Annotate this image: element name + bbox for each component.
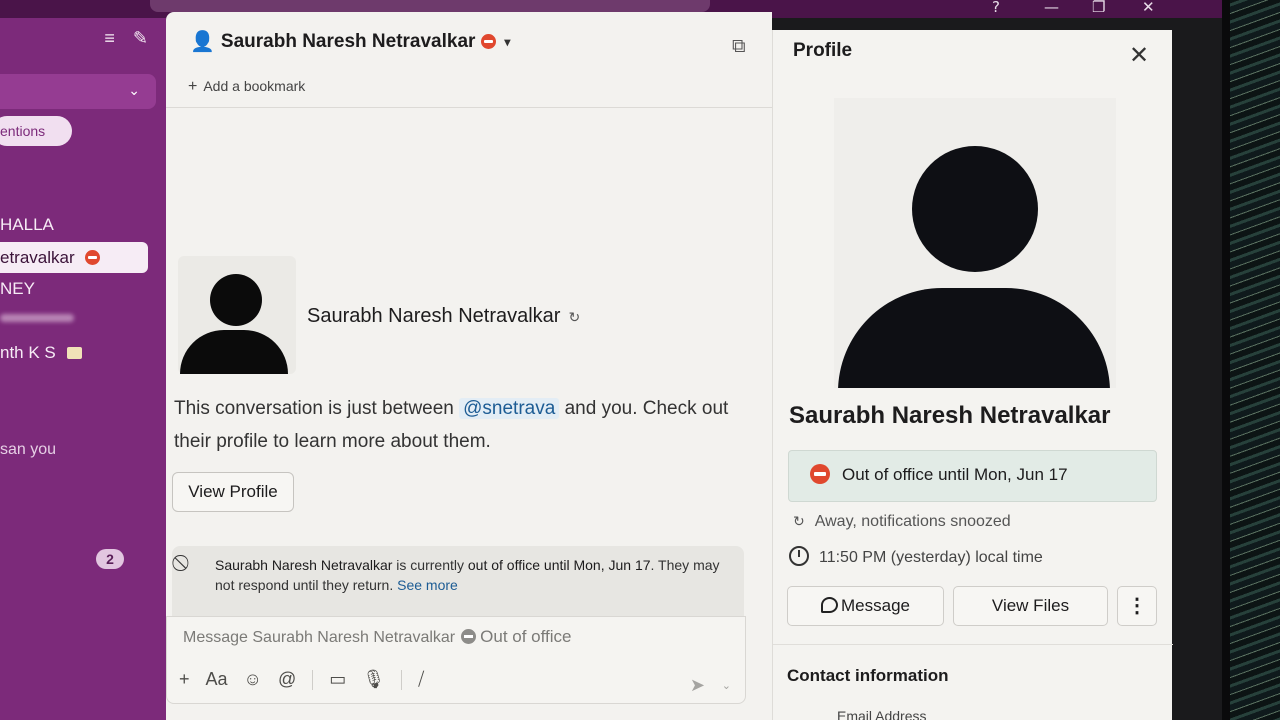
canvas-icon[interactable]: ⧉ (732, 36, 746, 58)
profile-title: Profile (793, 40, 853, 61)
conversation-pane: 👤 Saurabh Naresh Netravalkar ▾ ⧉ + Add a … (166, 12, 772, 720)
video-icon[interactable]: ▭ (329, 669, 346, 690)
profile-avatar[interactable] (834, 98, 1116, 388)
see-more-link[interactable]: See more (397, 577, 458, 593)
profile-presence-text: Away, notifications snoozed (814, 513, 1011, 530)
chevron-down-icon[interactable]: ⌄ (722, 679, 731, 692)
sidebar-item-active-dm[interactable]: etravalkar (0, 242, 148, 273)
do-not-disturb-icon (481, 34, 497, 49)
message-button[interactable]: Message (787, 586, 944, 626)
profile-status: Out of office until Mon, Jun 17 (788, 450, 1157, 502)
conversation-title[interactable]: 👤 Saurabh Naresh Netravalkar ▾ (190, 29, 510, 54)
do-not-disturb-icon (810, 464, 830, 484)
divider (312, 669, 314, 690)
microphone-icon[interactable]: 🎙 (362, 669, 385, 690)
conversation-header: 👤 Saurabh Naresh Netravalkar ▾ ⧉ + Add a … (166, 12, 772, 108)
add-bookmark-label: Add a bookmark (203, 78, 306, 94)
message-icon (821, 597, 838, 613)
sidebar: ≡ ✎ ⌄ entions HALLA etravalkar NEY nth K… (0, 18, 166, 720)
out-of-office-banner: ⃠ Saurabh Naresh Netravalkar is currentl… (172, 546, 744, 616)
message-composer[interactable]: Message Saurabh Naresh Netravalkar Out of… (166, 616, 746, 704)
away-icon: ↻ (568, 309, 581, 325)
intro-name[interactable]: Saurabh Naresh Netravalkar ↻ (307, 305, 580, 328)
profile-presence: ↻ Away, notifications snoozed (793, 513, 1011, 531)
ooo-status: out of office until Mon, Jun 17 (467, 557, 651, 573)
conversation-title-text: Saurabh Naresh Netravalkar (220, 30, 476, 52)
clock-icon (789, 546, 809, 566)
workspace-selector[interactable]: ⌄ (0, 74, 156, 109)
contact-info-heading: Contact information (787, 666, 949, 685)
sidebar-item-label: etravalkar (0, 248, 75, 267)
more-options-icon[interactable]: ⋮ (1117, 586, 1157, 626)
sidebar-item-dm-4[interactable]: nth K S (0, 343, 82, 363)
intro-text: This conversation is just between @snetr… (174, 392, 764, 458)
out-of-office-icon (461, 629, 477, 644)
composer-toolbar: + Aa ☺ @ ▭ 🎙 ⧸ (179, 669, 424, 690)
calendar-icon (66, 347, 82, 359)
divider (401, 669, 403, 690)
profile-name: Saurabh Naresh Netravalkar (789, 402, 1111, 429)
intro-name-text: Saurabh Naresh Netravalkar (307, 305, 561, 327)
background-photo (1222, 0, 1280, 720)
unread-count-badge: 2 (96, 549, 124, 569)
snooze-icon: ↻ (793, 513, 805, 529)
intro-avatar[interactable] (178, 256, 296, 374)
view-profile-button[interactable]: View Profile (172, 472, 294, 512)
formatting-icon[interactable]: Aa (206, 669, 228, 690)
restore-icon[interactable]: ❐ (1092, 0, 1105, 16)
plus-icon: + (188, 78, 198, 95)
blurred-item (0, 314, 74, 322)
search-bar[interactable] (150, 0, 710, 12)
profile-local-time-text: 11:50 PM (yesterday) local time (819, 549, 1043, 566)
email-label: Email Address (837, 708, 927, 720)
view-files-button[interactable]: View Files (953, 586, 1108, 626)
sidebar-item-dm-3[interactable]: NEY (0, 279, 35, 299)
person-icon: 👤 (190, 31, 215, 53)
emoji-icon[interactable]: ☺ (244, 669, 262, 690)
mention-icon[interactable]: @ (278, 669, 296, 690)
message-placeholder: Message Saurabh Naresh Netravalkar (183, 629, 456, 646)
compose-icon[interactable]: ✎ (133, 28, 148, 49)
user-mention-link[interactable]: @snetrava (459, 398, 560, 419)
out-of-office-text: Saurabh Naresh Netravalkar is currently … (215, 555, 730, 595)
slash-command-icon[interactable]: ⧸ (418, 669, 424, 690)
message-input[interactable]: Message Saurabh Naresh Netravalkar Out of… (183, 627, 572, 647)
chevron-down-icon: ⌄ (128, 82, 140, 98)
sidebar-item-dm-5[interactable]: san you (0, 441, 56, 459)
minimize-icon[interactable]: — (1044, 0, 1059, 16)
profile-status-text: Out of office until Mon, Jun 17 (842, 465, 1068, 484)
out-of-office-hint: Out of office (480, 627, 572, 646)
do-not-disturb-icon (85, 250, 101, 265)
profile-panel: Profile ✕ Saurabh Naresh Netravalkar Out… (772, 30, 1173, 720)
sidebar-item-dm-1[interactable]: HALLA (0, 215, 54, 235)
ooo-mid: is currently (392, 557, 468, 573)
close-window-icon[interactable]: ✕ (1142, 0, 1155, 16)
help-icon[interactable]: ? (992, 0, 1000, 16)
mentions-pill[interactable]: entions (0, 116, 72, 146)
intro-text-before: This conversation is just between (174, 398, 460, 419)
chevron-down-icon: ▾ (504, 34, 511, 49)
plus-icon[interactable]: + (179, 669, 190, 690)
close-icon[interactable]: ✕ (1129, 44, 1149, 68)
ooo-name: Saurabh Naresh Netravalkar (215, 557, 393, 573)
divider (773, 644, 1173, 645)
profile-local-time: 11:50 PM (yesterday) local time (789, 546, 1043, 567)
send-icon[interactable]: ➤ (690, 675, 705, 696)
add-bookmark-button[interactable]: + Add a bookmark (188, 78, 305, 96)
sidebar-item-label: nth K S (0, 343, 56, 362)
filter-icon[interactable]: ≡ (104, 28, 115, 49)
message-label: Message (841, 596, 910, 615)
